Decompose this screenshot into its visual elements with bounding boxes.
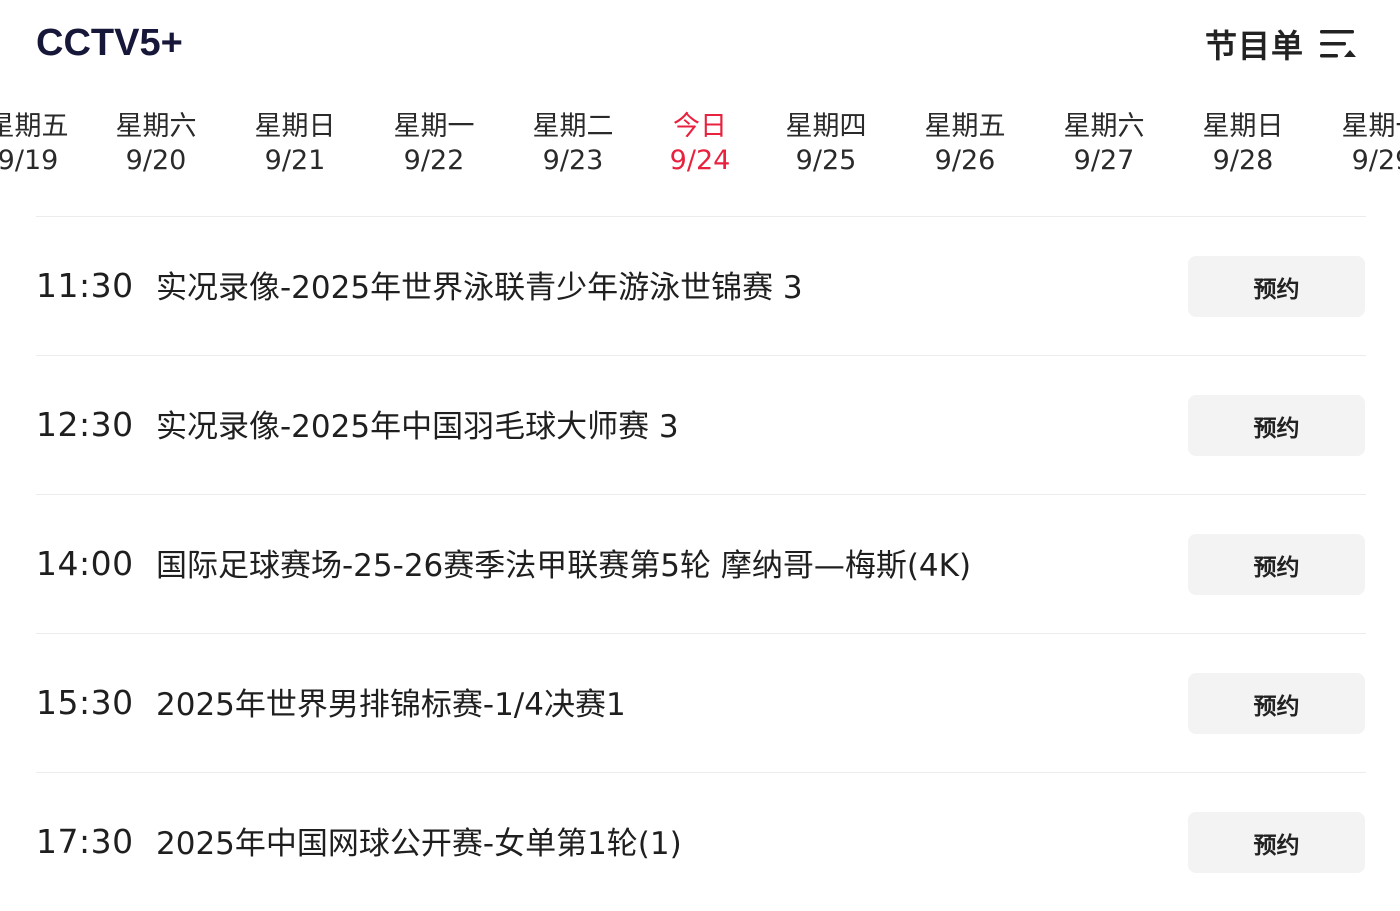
date-item[interactable]: 星期五 9/26 xyxy=(905,110,1025,178)
channel-title: CCTV5+ xyxy=(36,22,183,64)
date-weekday: 星期六 xyxy=(115,111,197,142)
reserve-button[interactable]: 预约 xyxy=(1188,256,1365,317)
date-item[interactable]: 星期一 9/29 xyxy=(1322,110,1400,178)
date-value: 9/25 xyxy=(795,145,857,176)
date-value: 9/27 xyxy=(1073,145,1135,176)
schedule-label: 节目单 xyxy=(1204,27,1304,65)
reserve-button[interactable]: 预约 xyxy=(1188,395,1365,456)
date-strip[interactable]: 星期五 9/19 星期六 9/20 星期日 9/21 星期一 9/22 星期二 … xyxy=(0,110,1400,200)
date-item[interactable]: 星期五 9/19 xyxy=(0,110,88,178)
program-title: 实况录像-2025年中国羽毛球大师赛 3 xyxy=(156,409,679,445)
program-row: 12:30 实况录像-2025年中国羽毛球大师赛 3 预约 xyxy=(0,355,1400,494)
date-weekday: 星期五 xyxy=(924,111,1006,142)
date-value: 9/19 xyxy=(0,145,59,176)
program-time: 14:00 xyxy=(36,544,134,583)
program-title: 实况录像-2025年世界泳联青少年游泳世锦赛 3 xyxy=(156,270,803,306)
date-item[interactable]: 星期日 9/21 xyxy=(235,110,355,178)
program-row: 15:30 2025年世界男排锦标赛-1/4决赛1 预约 xyxy=(0,633,1400,772)
date-value: 9/23 xyxy=(542,145,604,176)
date-value: 9/21 xyxy=(264,145,326,176)
date-weekday: 星期二 xyxy=(532,111,614,142)
date-weekday: 星期日 xyxy=(254,111,336,142)
date-weekday: 星期日 xyxy=(1202,111,1284,142)
program-title: 国际足球赛场-25-26赛季法甲联赛第5轮 摩纳哥—梅斯(4K) xyxy=(156,548,972,584)
program-row: 17:30 2025年中国网球公开赛-女单第1轮(1) 预约 xyxy=(0,772,1400,911)
app-header: CCTV5+ 节目单 xyxy=(0,0,1400,90)
program-time: 17:30 xyxy=(36,822,134,861)
date-value: 9/24 xyxy=(669,145,731,176)
menu-lines-icon xyxy=(1320,30,1356,58)
program-title: 2025年世界男排锦标赛-1/4决赛1 xyxy=(156,687,626,723)
date-value: 9/28 xyxy=(1212,145,1274,176)
date-weekday: 星期六 xyxy=(1063,111,1145,142)
date-item[interactable]: 星期二 9/23 xyxy=(513,110,633,178)
program-row: 11:30 实况录像-2025年世界泳联青少年游泳世锦赛 3 预约 xyxy=(0,216,1400,355)
date-value: 9/26 xyxy=(934,145,996,176)
date-weekday: 星期一 xyxy=(393,111,475,142)
reserve-button[interactable]: 预约 xyxy=(1188,534,1365,595)
program-time: 15:30 xyxy=(36,683,134,722)
date-weekday: 星期五 xyxy=(0,111,69,142)
program-time: 12:30 xyxy=(36,405,134,444)
date-item[interactable]: 星期四 9/25 xyxy=(766,110,886,178)
date-item[interactable]: 星期日 9/28 xyxy=(1183,110,1303,178)
date-item-today[interactable]: 今日 9/24 xyxy=(640,110,760,178)
program-title: 2025年中国网球公开赛-女单第1轮(1) xyxy=(156,826,682,862)
date-value: 9/20 xyxy=(125,145,187,176)
date-weekday: 星期一 xyxy=(1341,111,1400,142)
date-weekday: 星期四 xyxy=(785,111,867,142)
schedule-button[interactable]: 节目单 xyxy=(1205,22,1358,66)
date-item[interactable]: 星期六 9/27 xyxy=(1044,110,1164,178)
reserve-button[interactable]: 预约 xyxy=(1188,812,1365,873)
date-weekday: 今日 xyxy=(673,111,727,142)
program-time: 11:30 xyxy=(36,266,134,305)
date-item[interactable]: 星期六 9/20 xyxy=(96,110,216,178)
program-row: 14:00 国际足球赛场-25-26赛季法甲联赛第5轮 摩纳哥—梅斯(4K) 预… xyxy=(0,494,1400,633)
date-value: 9/22 xyxy=(403,145,465,176)
date-value: 9/29 xyxy=(1351,145,1400,176)
reserve-button[interactable]: 预约 xyxy=(1188,673,1365,734)
date-item[interactable]: 星期一 9/22 xyxy=(374,110,494,178)
